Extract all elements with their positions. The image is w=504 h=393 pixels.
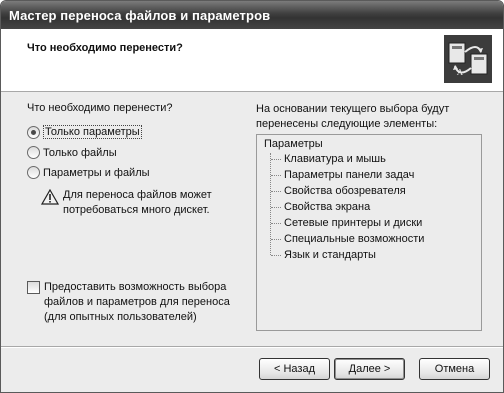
radio-label: Только параметры	[43, 125, 142, 139]
window-title: Мастер переноса файлов и параметров	[9, 8, 271, 23]
tree-item-label: Клавиатура и мышь	[284, 153, 386, 165]
radio-label: Только файлы	[43, 146, 117, 159]
tree-item-label: Параметры панели задач	[284, 169, 415, 181]
radio-settings-only[interactable]: Только параметры	[27, 125, 142, 139]
warning-text: Для переноса файлов может потребоваться …	[63, 189, 212, 216]
left-question: Что необходимо перенести?	[27, 102, 173, 114]
items-info-text: На основании текущего выбора будут перен…	[256, 103, 450, 130]
radio-button[interactable]	[27, 166, 40, 179]
footer-divider-highlight	[1, 347, 503, 348]
radio-button-checked[interactable]	[27, 125, 40, 139]
items-tree[interactable]: Параметры Клавиатура и мышь Параметры па…	[256, 134, 482, 331]
tree-item: Свойства экрана	[271, 201, 370, 213]
custom-selection-option[interactable]: Предоставить возможность выбора файлов и…	[27, 280, 254, 325]
back-button[interactable]: < Назад	[259, 358, 330, 380]
warning-icon	[41, 189, 59, 205]
tree-item-label: Свойства обозревателя	[284, 185, 406, 197]
transfer-wizard-icon: A	[444, 35, 492, 83]
tree-item-label: Сетевые принтеры и диски	[284, 217, 423, 229]
custom-selection-checkbox[interactable]	[27, 281, 40, 294]
tree-item-label: Специальные возможности	[284, 233, 425, 245]
tree-item: Параметры панели задач	[271, 169, 414, 181]
tree-item: Клавиатура и мышь	[271, 153, 386, 165]
wizard-window: Мастер переноса файлов и параметров Что …	[0, 0, 504, 393]
cancel-button[interactable]: Отмена	[419, 358, 490, 380]
radio-label: Параметры и файлы	[43, 166, 150, 179]
radio-files-only[interactable]: Только файлы	[27, 146, 117, 159]
next-button[interactable]: Далее >	[334, 358, 405, 380]
svg-text:A: A	[456, 68, 463, 77]
tree-item: Сетевые принтеры и диски	[271, 217, 422, 229]
tree-item-label: Язык и стандарты	[284, 249, 376, 261]
wizard-header: Что необходимо перенести? A	[1, 29, 503, 92]
title-bar[interactable]: Мастер переноса файлов и параметров	[1, 1, 503, 29]
custom-selection-label: Предоставить возможность выбора файлов и…	[44, 281, 230, 323]
tree-item: Свойства обозревателя	[271, 185, 406, 197]
tree-item: Язык и стандарты	[271, 249, 376, 261]
page-title: Что необходимо перенести?	[27, 42, 183, 54]
tree-root: Параметры	[264, 138, 323, 150]
tree-item-label: Свойства экрана	[284, 201, 371, 213]
radio-button[interactable]	[27, 146, 40, 159]
radio-settings-and-files[interactable]: Параметры и файлы	[27, 166, 150, 179]
tree-item: Специальные возможности	[271, 233, 424, 245]
